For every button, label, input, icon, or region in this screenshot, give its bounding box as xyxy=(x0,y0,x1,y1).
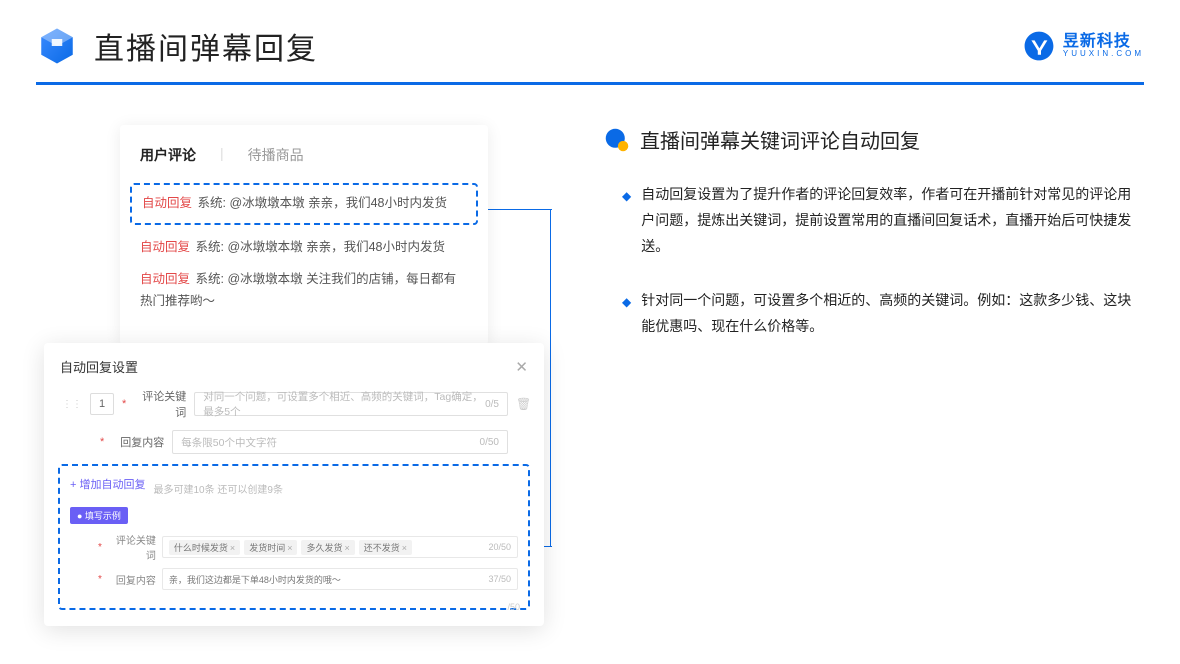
page-header: 直播间弹幕回复 昱新科技 YUUXIN.COM xyxy=(0,0,1180,68)
content-input[interactable]: 每条限50个中文字符 0/50 xyxy=(172,430,508,454)
keyword-row: ⋮⋮ 1 * 评论关键词 对同一个问题，可设置多个相近、高频的关键词，Tag确定… xyxy=(58,388,530,420)
tab-user-comments[interactable]: 用户评论 xyxy=(140,145,196,165)
required-mark: * xyxy=(122,398,126,410)
add-auto-reply-button[interactable]: + 增加自动回复 xyxy=(70,476,145,492)
logo-mark-icon xyxy=(1023,30,1055,62)
bullet-item: ◆ 针对同一个问题，可设置多个相近的、高频的关键词。例如：这款多少钱、这块能优惠… xyxy=(622,288,1136,340)
ex-keyword-label: 评论关键词 xyxy=(108,532,156,562)
connector-line xyxy=(550,209,551,547)
keyword-label: 评论关键词 xyxy=(134,388,186,420)
auto-reply-tag: 自动回复 xyxy=(140,272,190,286)
message-row: 自动回复 系统: @冰墩墩本墩 关注我们的店铺，每日都有热门推荐哟～ xyxy=(140,269,468,313)
trailing-count: /50 xyxy=(507,602,520,612)
brand-logo: 昱新科技 YUUXIN.COM xyxy=(1023,30,1144,62)
auto-reply-tag: 自动回复 xyxy=(142,196,192,210)
close-icon[interactable]: ✕ xyxy=(515,358,528,376)
example-keyword-input[interactable]: 什么时候发货× 发货时间× 多久发货× 还不发货× 20/50 xyxy=(162,536,518,558)
page-title: 直播间弹幕回复 xyxy=(94,24,318,68)
ex-content-label: 回复内容 xyxy=(108,572,156,587)
char-count: 37/50 xyxy=(488,574,511,584)
diamond-icon: ◆ xyxy=(622,291,631,340)
content-row: * 回复内容 每条限50个中文字符 0/50 xyxy=(58,430,530,454)
settings-title: 自动回复设置 xyxy=(60,357,138,376)
input-placeholder: 每条限50个中文字符 xyxy=(181,435,277,450)
char-count: 0/5 xyxy=(485,399,499,410)
description-panel: 直播间弹幕关键词评论自动回复 ◆ 自动回复设置为了提升作者的评论回复效率，作者可… xyxy=(604,125,1136,367)
content-label: 回复内容 xyxy=(112,434,164,450)
tab-pending-products[interactable]: 待播商品 xyxy=(248,145,304,165)
example-keyword-row: * 评论关键词 什么时候发货× 发货时间× 多久发货× 还不发货× 20/50 xyxy=(70,532,518,562)
bullet-item: ◆ 自动回复设置为了提升作者的评论回复效率，作者可在开播前针对常见的评论用户问题… xyxy=(622,182,1136,260)
message-text: 系统: @冰墩墩本墩 亲亲，我们48小时内发货 xyxy=(196,240,446,254)
tag-pill[interactable]: 什么时候发货× xyxy=(169,540,240,555)
logo-text-cn: 昱新科技 xyxy=(1063,33,1144,51)
settings-card: 自动回复设置 ✕ ⋮⋮ 1 * 评论关键词 对同一个问题，可设置多个相近、高频的… xyxy=(44,343,544,626)
delete-icon[interactable]: 🗑 xyxy=(516,397,530,411)
drag-handle-icon[interactable]: ⋮⋮ xyxy=(62,399,82,410)
bullet-text: 针对同一个问题，可设置多个相近的、高频的关键词。例如：这款多少钱、这块能优惠吗、… xyxy=(641,288,1136,340)
tag-pill[interactable]: 发货时间× xyxy=(244,540,297,555)
comments-card: 用户评论 | 待播商品 自动回复 系统: @冰墩墩本墩 亲亲，我们48小时内发货… xyxy=(120,125,488,345)
required-mark: * xyxy=(100,436,104,448)
cube-icon xyxy=(36,25,78,67)
section-header: 直播间弹幕关键词评论自动回复 xyxy=(604,125,1136,154)
keyword-input[interactable]: 对同一个问题，可设置多个相近、高频的关键词，Tag确定，最多5个 0/5 xyxy=(194,392,508,416)
highlighted-message: 自动回复 系统: @冰墩墩本墩 亲亲，我们48小时内发货 xyxy=(130,183,478,225)
input-placeholder: 对同一个问题，可设置多个相近、高频的关键词，Tag确定，最多5个 xyxy=(203,389,485,419)
bullet-text: 自动回复设置为了提升作者的评论回复效率，作者可在开播前针对常见的评论用户问题，提… xyxy=(641,182,1136,260)
required-mark: * xyxy=(98,542,102,553)
example-content-row: * 回复内容 亲，我们这边都是下单48小时内发货的哦～ 37/50 xyxy=(70,568,518,590)
example-content-value: 亲，我们这边都是下单48小时内发货的哦～ xyxy=(169,573,341,586)
chat-bubble-icon xyxy=(604,127,630,153)
tag-pill[interactable]: 还不发货× xyxy=(359,540,412,555)
example-block: + 增加自动回复 最多可建10条 还可以创建9条 ● 填写示例 * 评论关键词 … xyxy=(58,464,530,610)
row-number: 1 xyxy=(90,393,114,415)
message-row: 自动回复 系统: @冰墩墩本墩 亲亲，我们48小时内发货 xyxy=(140,237,468,259)
add-hint-text: 最多可建10条 还可以创建9条 xyxy=(153,481,282,496)
tab-bar: 用户评论 | 待播商品 xyxy=(140,145,468,165)
diamond-icon: ◆ xyxy=(622,185,631,260)
auto-reply-tag: 自动回复 xyxy=(140,240,190,254)
message-text: 系统: @冰墩墩本墩 亲亲，我们48小时内发货 xyxy=(198,196,448,210)
connector-line xyxy=(484,209,552,210)
example-badge: ● 填写示例 xyxy=(70,507,128,524)
char-count: 20/50 xyxy=(488,542,511,552)
tab-separator: | xyxy=(220,145,224,165)
section-title: 直播间弹幕关键词评论自动回复 xyxy=(640,125,920,154)
bullet-list: ◆ 自动回复设置为了提升作者的评论回复效率，作者可在开播前针对常见的评论用户问题… xyxy=(604,182,1136,339)
tag-pill[interactable]: 多久发货× xyxy=(301,540,354,555)
screenshot-panel: 用户评论 | 待播商品 自动回复 系统: @冰墩墩本墩 亲亲，我们48小时内发货… xyxy=(44,125,564,367)
char-count: 0/50 xyxy=(480,437,499,448)
logo-text-en: YUUXIN.COM xyxy=(1063,50,1144,59)
example-content-input[interactable]: 亲，我们这边都是下单48小时内发货的哦～ 37/50 xyxy=(162,568,518,590)
required-mark: * xyxy=(98,574,102,585)
